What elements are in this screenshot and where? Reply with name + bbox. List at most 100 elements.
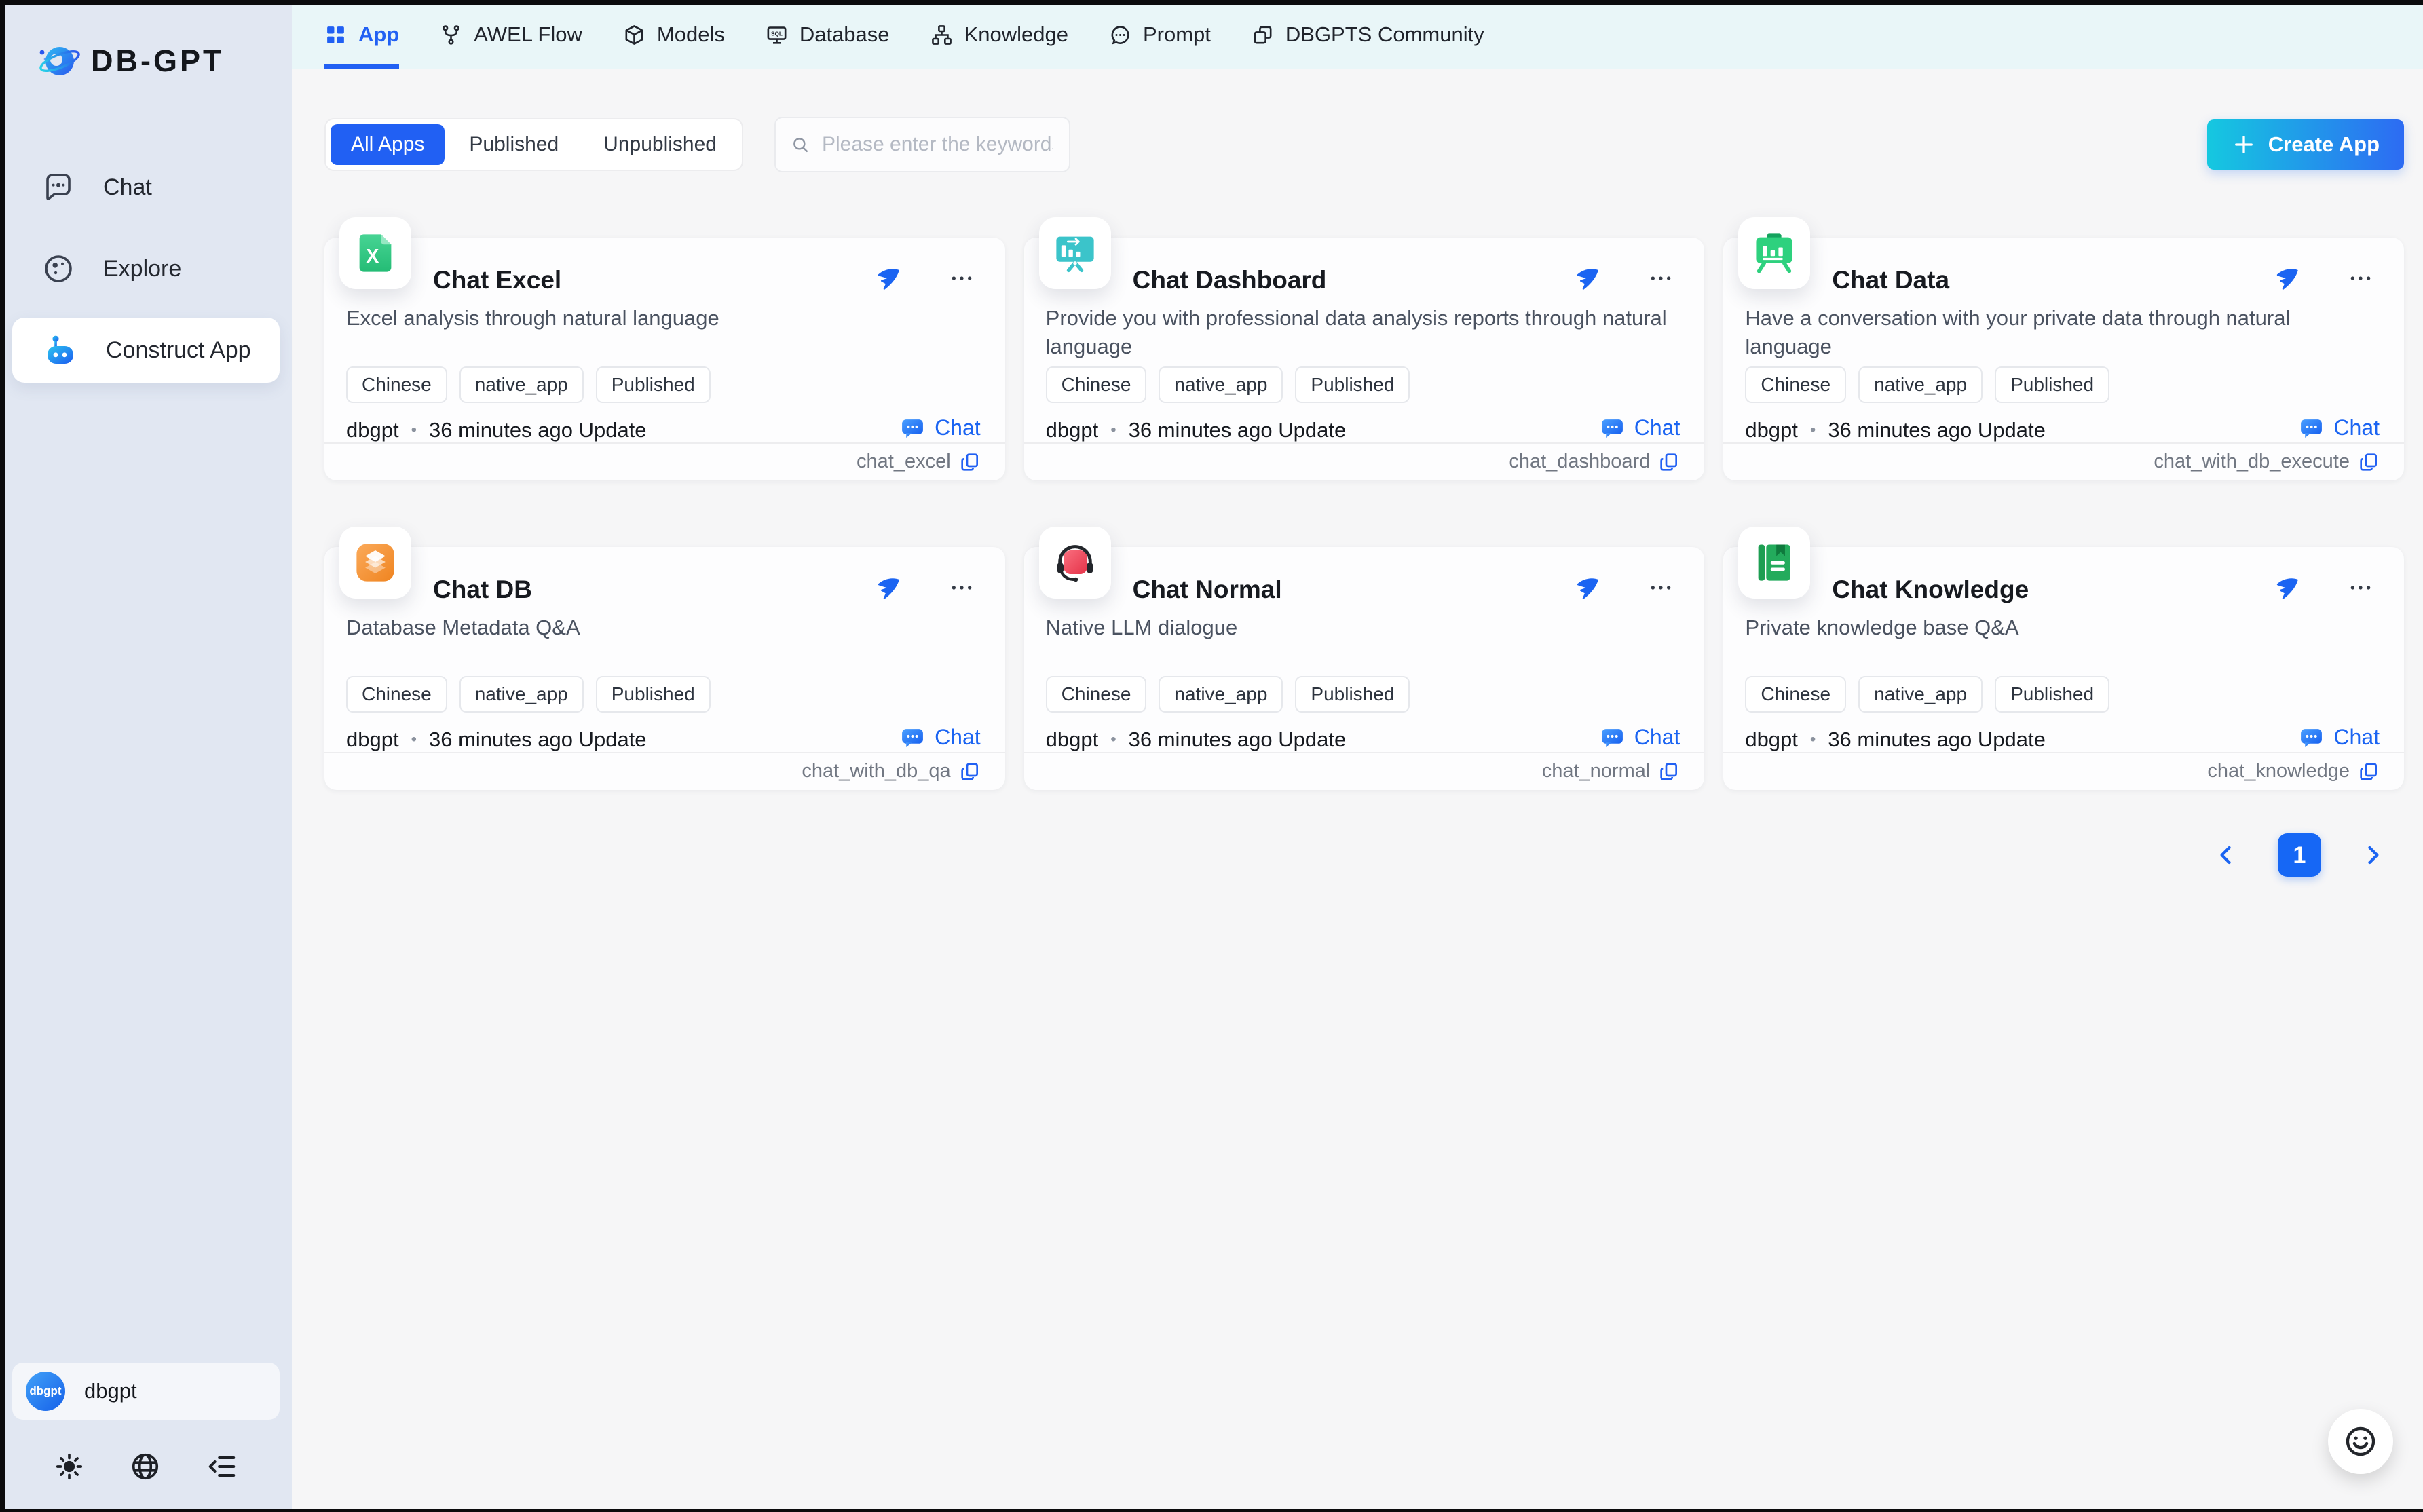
tab-awel-flow[interactable]: AWEL Flow [440,0,582,69]
more-icon[interactable] [2347,574,2374,601]
updated-text: 36 minutes ago Update [1129,727,1347,752]
chat-link[interactable]: Chat [2299,725,2380,750]
copy-icon[interactable] [2358,451,2380,473]
tab-knowledge[interactable]: Knowledge [931,0,1068,69]
updated-text: 36 minutes ago Update [1828,418,2046,442]
app-card-title: Chat Data [1832,266,1949,295]
chat-gradient-icon [2299,725,2324,750]
theme-sun-icon[interactable] [54,1452,84,1481]
sidebar-item-explore[interactable]: Explore [12,236,280,301]
filter-tab-all-apps[interactable]: All Apps [331,124,445,165]
more-icon[interactable] [948,265,975,292]
feedback-smiley-button[interactable] [2328,1409,2393,1474]
chat-link-label: Chat [935,415,981,440]
search-input[interactable] [821,132,1054,157]
chat-gradient-icon [900,725,925,750]
top-navigation: App AWEL Flow Models SQL Database Knowle… [292,0,2423,69]
tag: native_app [1858,366,1983,403]
tab-app[interactable]: App [324,0,399,69]
app-code: chat_dashboard [1509,451,1650,473]
app-card-chat-knowledge[interactable]: Chat Knowledge Private knowledge base Q&… [1723,547,2404,790]
chat-link[interactable]: Chat [900,415,981,440]
sidebar-item-chat[interactable]: Chat [12,155,280,220]
user-profile[interactable]: dbgpt dbgpt [12,1363,280,1420]
tag: Published [1295,676,1410,713]
app-code-row: chat_dashboard [1509,451,1680,473]
app-card-title: Chat Excel [433,266,561,295]
copy-icon[interactable] [2358,761,2380,782]
dingtalk-share-icon[interactable] [875,575,901,601]
dot-separator: • [1810,730,1816,749]
next-page-icon[interactable] [2358,840,2388,870]
dingtalk-share-icon[interactable] [1574,265,1600,291]
app-card-chat-dashboard[interactable]: Chat Dashboard Provide you with professi… [1024,238,1705,480]
copy-icon[interactable] [1658,761,1680,782]
app-icon-tile [339,527,411,599]
search-box[interactable] [774,117,1070,172]
prev-page-icon[interactable] [2211,840,2241,870]
app-card-description: Have a conversation with your private da… [1745,304,2374,361]
tab-dbgpts-community[interactable]: DBGPTS Community [1252,0,1484,69]
tab-prompt[interactable]: Prompt [1109,0,1211,69]
app-card-chat-excel[interactable]: X Chat Excel Excel analysis through natu… [324,238,1005,480]
chat-link[interactable]: Chat [900,725,981,750]
card-divider [1723,752,2404,753]
owner: dbgpt [346,418,399,442]
screen-edge [0,0,5,1512]
more-icon[interactable] [1647,265,1674,292]
normal-app-icon [1052,540,1098,586]
card-divider [1024,752,1705,753]
chat-link[interactable]: Chat [1600,415,1680,440]
app-card-chat-data[interactable]: Chat Data Have a conversation with your … [1723,238,2404,480]
app-icon-tile [1738,527,1810,599]
updated-text: 36 minutes ago Update [1129,418,1347,442]
knowledge-app-icon [1751,540,1797,586]
tag: native_app [1159,366,1283,403]
sidebar-item-construct-app[interactable]: Construct App [12,318,280,383]
app-card-chat-normal[interactable]: Chat Normal Native LLM dialogue Chinese … [1024,547,1705,790]
tab-database[interactable]: SQL Database [766,0,890,69]
tab-label: Models [657,22,725,47]
more-icon[interactable] [2347,265,2374,292]
filter-tab-unpublished[interactable]: Unpublished [583,124,737,165]
more-icon[interactable] [1647,574,1674,601]
collapse-sidebar-icon[interactable] [206,1451,238,1482]
filter-tab-published[interactable]: Published [449,124,579,165]
app-card-description: Native LLM dialogue [1046,613,1675,642]
toolbar: All Apps Published Unpublished Create Ap… [324,117,2404,172]
screen-edge [0,1509,2423,1512]
chat-link[interactable]: Chat [1600,725,1680,750]
copy-icon[interactable] [959,451,981,473]
updated-text: 36 minutes ago Update [429,418,647,442]
app-code: chat_with_db_qa [802,760,950,782]
page-number-button[interactable]: 1 [2278,833,2321,877]
brand-logo: DB-GPT [0,0,292,86]
tag: Published [1295,366,1410,403]
tab-models[interactable]: Models [623,0,725,69]
create-app-label: Create App [2268,132,2380,157]
dingtalk-share-icon[interactable] [1574,575,1600,601]
dot-separator: • [1110,730,1116,749]
copy-icon[interactable] [1658,451,1680,473]
planet-logo-icon [35,37,84,86]
tag: Published [1995,676,2109,713]
round-chat-icon [1109,24,1131,46]
tag-list: Chinese native_app Published [346,676,711,713]
dingtalk-share-icon[interactable] [875,265,901,291]
sidebar-item-label: Chat [103,174,152,201]
excel-app-icon: X [352,230,398,276]
dingtalk-share-icon[interactable] [2274,575,2299,601]
app-card-chat-db[interactable]: Chat DB Database Metadata Q&A Chinese na… [324,547,1005,790]
tag: Chinese [1046,676,1147,713]
create-app-button[interactable]: Create App [2207,119,2404,170]
brand-wordmark: DB-GPT [91,43,225,79]
app-code-row: chat_normal [1542,760,1680,782]
more-icon[interactable] [948,574,975,601]
chat-link[interactable]: Chat [2299,415,2380,440]
tag-list: Chinese native_app Published [1046,366,1410,403]
app-icon-tile [1039,217,1111,289]
copy-icon[interactable] [959,761,981,782]
dingtalk-share-icon[interactable] [2274,265,2299,291]
app-code-row: chat_excel [857,451,981,473]
language-globe-icon[interactable] [130,1451,161,1482]
